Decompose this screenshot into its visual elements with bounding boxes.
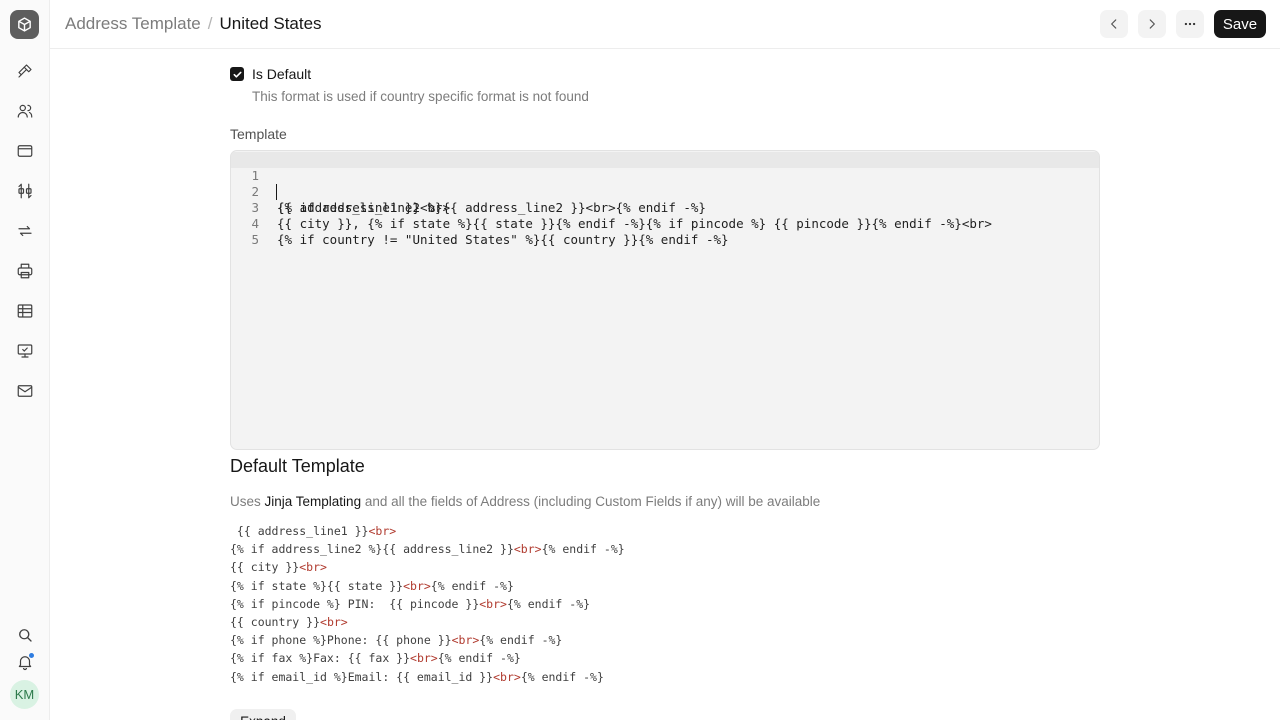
previous-record-button[interactable] (1100, 10, 1128, 38)
table-icon[interactable] (13, 299, 37, 323)
is-default-checkbox[interactable] (230, 67, 244, 81)
code-text: {% endif -%} (430, 578, 514, 593)
description-prefix: Uses (230, 494, 265, 509)
code-text: {{ city }} (230, 560, 300, 575)
sync-arrows-icon[interactable] (13, 219, 37, 243)
is-default-field: Is Default (230, 66, 311, 82)
code-text: {{ address_line1 }} (230, 524, 369, 538)
printer-icon[interactable] (13, 259, 37, 283)
code-tag: <br> (299, 560, 327, 575)
chevron-left-icon (1111, 19, 1117, 29)
template-code-editor[interactable]: 1 {{ address_line1 }}<br> 2 {% if addres… (230, 150, 1100, 450)
code-line: 1 {{ address_line1 }}<br> (231, 152, 1099, 215)
expand-button[interactable]: Expand (230, 709, 296, 720)
search-icon[interactable] (13, 623, 37, 647)
code-line-text: {% if country != "United States" %}{{ co… (277, 232, 729, 247)
app-logo-icon[interactable] (10, 10, 39, 39)
code-tag: <br> (368, 524, 397, 538)
code-line: {% if fax %}Fax: {{ fax }}<br>{% endif -… (230, 649, 625, 667)
code-text: {% endif -%} (506, 596, 591, 611)
code-text: {% if email_id %}Email: {{ email_id }} (230, 669, 494, 684)
integrations-icon[interactable] (13, 179, 37, 203)
template-label: Template (230, 126, 287, 142)
code-line: {% if email_id %}Email: {{ email_id }}<b… (230, 668, 625, 686)
breadcrumb-parent-link[interactable]: Address Template (65, 14, 201, 34)
jinja-templating-link[interactable]: Jinja Templating (265, 494, 362, 509)
code-line: {% if state %}{{ state }}<br>{% endif -%… (230, 577, 625, 595)
browser-window-icon[interactable] (13, 139, 37, 163)
default-template-heading: Default Template (230, 456, 365, 476)
code-text: {% if fax %}Fax: {{ fax }} (230, 651, 411, 666)
default-template-code: {{ address_line1 }}<br> {% if address_li… (230, 522, 625, 686)
sidebar: KM (0, 0, 50, 720)
code-line: {{ city }}<br> (230, 558, 625, 576)
code-line: 5 (231, 216, 1099, 247)
code-tag: <br> (410, 651, 438, 666)
code-text: {% endif -%} (437, 651, 521, 666)
more-horizontal-icon (1184, 22, 1196, 26)
avatar[interactable]: KM (10, 680, 39, 709)
description-suffix: and all the fields of Address (including… (361, 494, 821, 509)
code-text: {% if state %}{{ state }} (230, 578, 404, 593)
code-tag: <br> (451, 633, 480, 648)
code-text: {% endif -%} (479, 633, 563, 648)
page-title: United States (219, 14, 322, 33)
code-line: 4 {% if country != "United States" %}{{ … (231, 200, 1099, 247)
code-text: {{ country }} (230, 614, 321, 629)
is-default-label: Is Default (252, 66, 312, 82)
breadcrumb: Address Template / United States (65, 14, 322, 34)
check-icon (232, 71, 242, 78)
code-text: {% if pincode %} PIN: {{ pincode }} (230, 596, 480, 611)
page-header: Address Template / United States Save (50, 0, 1280, 49)
is-default-description: This format is used if country specific … (252, 89, 589, 104)
more-actions-button[interactable] (1176, 10, 1204, 38)
code-line: {% if address_line2 %}{{ address_line2 }… (230, 540, 625, 558)
code-line: 3 {{ city }}, {% if state %}{{ state }}{… (231, 184, 1099, 231)
bell-icon[interactable] (13, 650, 37, 674)
mail-icon[interactable] (13, 379, 37, 403)
code-text: {% if phone %}Phone: {{ phone }} (230, 633, 452, 648)
hammer-icon[interactable] (13, 59, 37, 83)
chevron-right-icon (1149, 19, 1155, 29)
code-tag: <br> (493, 669, 521, 684)
code-tag: <br> (320, 614, 348, 629)
code-tag: <br> (479, 596, 507, 611)
code-text: {% if address_line2 %}{{ address_line2 }… (230, 542, 514, 557)
code-tag: <br> (513, 542, 542, 557)
save-button[interactable]: Save (1214, 10, 1266, 38)
users-icon[interactable] (13, 99, 37, 123)
code-tag: <br> (403, 578, 431, 593)
code-text: {% endif -%} (520, 669, 604, 684)
breadcrumb-separator: / (207, 14, 213, 33)
code-line: {{ address_line1 }}<br> (230, 522, 625, 540)
code-text: {% endif -%} (541, 542, 625, 557)
code-line: {% if phone %}Phone: {{ phone }}<br>{% e… (230, 631, 625, 649)
code-line: {% if pincode %} PIN: {{ pincode }}<br>{… (230, 595, 625, 613)
line-number: 5 (251, 232, 259, 247)
notification-dot (28, 652, 35, 659)
next-record-button[interactable] (1138, 10, 1166, 38)
default-template-description: Uses Jinja Templating and all the fields… (230, 494, 820, 509)
code-line: 2 {% if address_line2 %}{{ address_line2… (231, 168, 1099, 215)
code-line: {{ country }}<br> (230, 613, 625, 631)
monitor-icon[interactable] (13, 339, 37, 363)
